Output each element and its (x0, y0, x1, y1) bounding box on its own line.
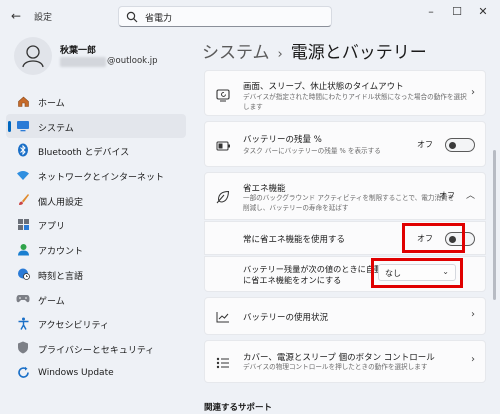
chevron-right-icon: › (471, 309, 475, 320)
avatar (14, 37, 52, 75)
sidebar-item-system[interactable]: システム (6, 113, 186, 139)
battery-percent-toggle-group: オフ (395, 138, 475, 152)
setting-title: バッテリーの使用状況 (243, 313, 329, 323)
sidebar-item-label: Windows Update (38, 367, 114, 378)
search-icon (126, 11, 138, 23)
sidebar-item-label: アクセシビリティ (38, 321, 110, 332)
setting-battery-percent: バッテリーの残量 % タスク バーにバッテリーの残量 % を表示する オフ (204, 121, 486, 167)
active-indicator (8, 120, 11, 132)
toggle-state-label: オフ (417, 140, 433, 149)
apps-icon (16, 217, 30, 231)
sidebar-item-gaming[interactable]: ゲーム (6, 287, 186, 312)
chart-line-icon (215, 309, 231, 325)
sidebar-item-apps[interactable]: アプリ (6, 212, 186, 237)
breadcrumb: システム › 電源とバッテリー (202, 38, 427, 63)
setting-title: カバー、電源とスリープ 個のボタン コントロール (243, 353, 435, 363)
sidebar-item-accounts[interactable]: アカウント (6, 237, 186, 262)
home-icon (16, 94, 30, 108)
setting-title: バッテリーの残量 % (243, 135, 322, 145)
sidebar-item-time-language[interactable]: 時刻と言語 (6, 262, 186, 287)
back-arrow-icon[interactable]: ← (8, 8, 24, 24)
setting-description: 一部のバックグラウンド アクティビティを制限することで、電力消費を削減し、バッテ… (243, 194, 455, 212)
sidebar-item-privacy[interactable]: プライバシーとセキュリティ (6, 336, 186, 361)
sidebar-item-windows-update[interactable]: Windows Update (6, 361, 186, 386)
breadcrumb-parent[interactable]: システム (202, 43, 270, 63)
chevron-up-icon[interactable]: ︿ (466, 188, 475, 201)
email-redaction (60, 57, 106, 67)
app-title: 設定 (34, 13, 53, 23)
system-monitor-icon (16, 119, 30, 133)
screen-sleep-icon (215, 87, 231, 103)
sidebar-item-label: プライバシーとセキュリティ (38, 345, 155, 356)
breadcrumb-separator: › (277, 47, 283, 62)
sidebar-item-label: ネットワークとインターネット (38, 173, 165, 184)
list-controls-icon (215, 355, 231, 371)
sidebar-item-label: 時刻と言語 (38, 271, 84, 282)
setting-power-saver[interactable]: 省エネ機能 一部のバックグラウンド アクティビティを制限することで、電力消費を削… (204, 172, 486, 220)
minimize-icon[interactable]: – (420, 4, 442, 20)
scrollbar[interactable] (493, 150, 496, 300)
globe-clock-icon (16, 267, 30, 281)
gamepad-icon (16, 292, 30, 306)
wifi-icon (16, 168, 30, 182)
setting-battery-usage[interactable]: バッテリーの使用状況 › (204, 297, 486, 335)
update-icon (16, 366, 30, 380)
sidebar-item-personalization[interactable]: 個人用設定 (6, 188, 186, 213)
person-icon (22, 45, 44, 68)
sidebar-item-label: アプリ (38, 222, 66, 233)
maximize-icon[interactable]: ☐ (446, 4, 468, 20)
setting-button-controls[interactable]: カバー、電源とスリープ 個のボタン コントロール デバイスの物理コントロールを押… (204, 340, 486, 383)
highlight-box (402, 223, 465, 253)
title-bar: ← 設定 省電力 – ☐ ✕ (0, 0, 500, 32)
page-title: 電源とバッテリー (290, 43, 427, 63)
shield-icon (16, 341, 30, 355)
user-email: @outlook.jp (107, 56, 158, 66)
sidebar-item-bluetooth[interactable]: Bluetooth とデバイス (6, 138, 186, 163)
chevron-right-icon: › (471, 87, 475, 98)
sidebar-nav: ホーム システム Bluetooth とデバイス ネットワークとインターネット … (6, 89, 186, 385)
sidebar-item-label: ホーム (38, 99, 65, 109)
highlight-box (371, 258, 463, 288)
sidebar-item-accessibility[interactable]: アクセシビリティ (6, 311, 186, 336)
user-name: 秋葉一郎 (60, 46, 97, 56)
accessibility-icon (16, 316, 30, 330)
chevron-right-icon: › (471, 354, 475, 365)
sidebar-item-home[interactable]: ホーム (6, 89, 186, 114)
paintbrush-icon (16, 193, 30, 207)
sidebar-item-label: ゲーム (38, 296, 65, 307)
toggle-knob (449, 142, 456, 149)
battery-percent-toggle[interactable] (445, 138, 475, 152)
search-input[interactable]: 省電力 (145, 11, 172, 24)
close-icon[interactable]: ✕ (472, 4, 494, 20)
sidebar-item-network[interactable]: ネットワークとインターネット (6, 163, 186, 188)
leaf-icon (215, 189, 231, 205)
battery-icon (215, 138, 231, 154)
sidebar-item-label: 個人用設定 (38, 197, 84, 208)
setting-description: デバイスの物理コントロールを押したときの動作を選択します (243, 363, 428, 371)
setting-title: 常に省エネ機能を使用する (243, 235, 346, 245)
sidebar-item-label: Bluetooth とデバイス (38, 148, 130, 159)
sidebar-item-label: アカウント (38, 247, 84, 258)
setting-description: デバイスが指定された時間にわたりアイドル状態になった場合の動作を選択します (243, 93, 467, 111)
search-box[interactable]: 省電力 (118, 6, 332, 27)
setting-title: 画面、スリープ、休止状態のタイムアウト (243, 82, 404, 92)
power-saver-state: オフ (439, 191, 455, 200)
setting-sleep-timeout[interactable]: 画面、スリープ、休止状態のタイムアウト デバイスが指定された時間にわたりアイドル… (204, 70, 486, 116)
related-support-heading: 関連するサポート (204, 403, 273, 413)
setting-title: 省エネ機能 (243, 184, 286, 194)
user-profile[interactable]: 秋葉一郎 @outlook.jp (14, 37, 184, 77)
account-icon (16, 242, 30, 256)
bluetooth-icon (16, 143, 30, 157)
sidebar-item-label: システム (38, 123, 74, 134)
